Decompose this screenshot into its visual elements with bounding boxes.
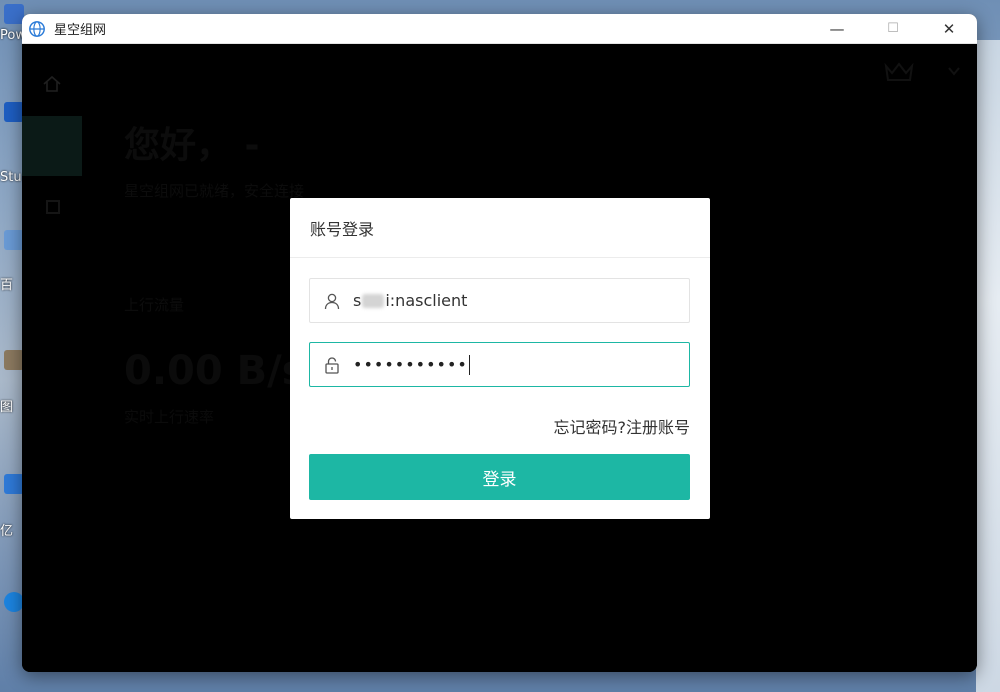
desktop-shortcut-icon[interactable] [4,474,24,494]
window-titlebar[interactable]: 星空组网 — ☐ ✕ [22,14,977,44]
desktop-label: 图 [0,400,14,415]
greeting-subtext: 星空组网已就绪，安全连接 [124,182,305,200]
register-link[interactable]: 注册账号 [626,414,690,438]
password-value[interactable]: ••••••••••• [353,354,470,375]
home-icon[interactable] [42,74,62,94]
username-prefix: s [353,291,362,310]
login-dialog: 账号登录 s i:nasclient ••••••••••• 忘记密码? 注册账号… [290,198,710,519]
desktop-shortcut-icon[interactable] [4,230,24,250]
desktop-shortcut-icon[interactable] [4,592,24,612]
maximize-button[interactable]: ☐ [865,14,921,43]
forgot-password-link[interactable]: 忘记密码? [553,414,626,438]
dialog-header: 账号登录 [290,198,710,258]
username-suffix: i:nasclient [385,291,468,310]
desktop-label: Stu [0,170,22,185]
password-field[interactable]: ••••••••••• [309,342,690,387]
upload-subtext: 实时上行速率 [124,408,215,426]
sidebar-active-item[interactable] [22,116,82,176]
minimize-button[interactable]: — [809,14,865,43]
greeting-text: 您好， - [124,125,260,166]
upload-speed: 0.00 B/s [124,348,306,394]
username-field[interactable]: s i:nasclient [309,278,690,323]
redacted-text [362,293,385,308]
desktop-shortcut-icon[interactable] [4,102,24,122]
user-icon [324,293,340,309]
account-links: 忘记密码? 注册账号 [553,414,690,438]
dialog-title: 账号登录 [310,219,375,239]
sidebar-item[interactable] [46,200,60,214]
lock-icon [325,356,339,374]
login-button[interactable]: 登录 [309,454,690,500]
password-mask: ••••••••••• [353,355,468,374]
desktop-shortcut-icon[interactable] [4,4,24,24]
globe-icon [29,20,45,37]
desktop-shortcut-icon[interactable] [4,350,24,370]
crown-icon[interactable] [883,60,915,84]
username-value[interactable]: s i:nasclient [353,291,467,310]
window-title: 星空组网 [54,23,107,38]
text-caret [468,354,470,375]
desktop-wallpaper-right [976,40,1000,692]
upload-label: 上行流量 [124,296,185,314]
close-button[interactable]: ✕ [921,14,977,43]
desktop-label: 亿 [0,524,14,539]
chevron-down-icon[interactable] [947,64,961,78]
desktop-label: 百 [0,278,14,293]
